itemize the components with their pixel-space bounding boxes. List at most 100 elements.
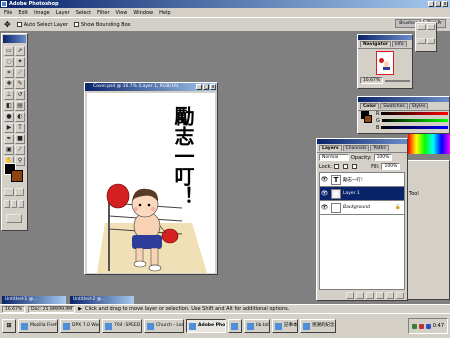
trash-icon[interactable] (396, 292, 404, 299)
task-libtxt[interactable]: lib.txt (244, 319, 270, 333)
crop-tool-icon[interactable]: ⌗ (4, 68, 14, 78)
menu-window[interactable]: Window (133, 10, 153, 16)
gradient-tool-icon[interactable]: ▤ (15, 101, 25, 111)
background-color-swatch[interactable] (11, 170, 23, 182)
tray-icon-3[interactable] (425, 323, 431, 329)
show-bbox-option[interactable]: Show Bounding Box (73, 21, 131, 28)
eyedropper-icon[interactable]: ⁄ (15, 145, 25, 155)
menu-layer[interactable]: Layer (56, 10, 70, 16)
maximize-button[interactable]: □ (435, 1, 441, 7)
new-layer-icon[interactable] (386, 292, 394, 299)
mini-tool-2-icon[interactable] (426, 24, 435, 30)
menu-file[interactable]: File (4, 10, 12, 16)
eraser-tool-icon[interactable]: ◧ (4, 101, 14, 111)
lock-transparency-checkbox[interactable] (334, 164, 340, 169)
lock-position-checkbox[interactable] (352, 164, 358, 169)
dodge-tool-icon[interactable]: ◐ (15, 112, 25, 122)
layer-row-layer1[interactable]: 👁 ◉ Layer 1 (320, 187, 404, 201)
red-slider[interactable] (381, 112, 448, 115)
opacity-field[interactable]: 100% (373, 154, 393, 161)
blue-slider[interactable] (381, 126, 448, 129)
doc-close-button[interactable]: x (210, 84, 216, 90)
blend-mode-select[interactable]: Normal (319, 154, 349, 161)
new-set-icon[interactable] (366, 292, 374, 299)
mini-tool-4-icon[interactable] (426, 37, 435, 44)
tab-info[interactable]: Info (392, 41, 407, 47)
layer-row-text[interactable]: 👁 T 勵志一叮! (320, 173, 404, 187)
auto-select-option[interactable]: Auto Select Layer (16, 21, 68, 28)
close-button[interactable]: x (442, 1, 448, 7)
menu-edit[interactable]: Edit (18, 10, 28, 16)
notes-tool-icon[interactable]: ▣ (4, 145, 14, 155)
start-button[interactable]: ⊞ (2, 319, 16, 333)
task-firefox[interactable]: Mozilla Firefox (18, 319, 58, 333)
path-select-icon[interactable]: ▶ (4, 123, 14, 133)
tab-styles[interactable]: Styles (408, 103, 429, 109)
minimize-button[interactable]: _ (428, 1, 434, 7)
task-notepad[interactable]: 記事本 (272, 319, 298, 333)
menu-view[interactable]: View (116, 10, 128, 16)
fill-field[interactable]: 100% (381, 163, 401, 170)
status-zoom[interactable]: 16.67% (2, 305, 26, 313)
lock-image-checkbox[interactable] (343, 164, 349, 169)
task-speed[interactable]: 704 :SPEED -... (102, 319, 142, 333)
screen-mode-3-icon[interactable] (18, 200, 24, 208)
eye-icon[interactable]: 👁 (320, 176, 329, 183)
tab-swatches[interactable]: Swatches (380, 103, 408, 109)
adjustment-layer-icon[interactable] (376, 292, 384, 299)
info-arrow-icon[interactable]: ▶ (78, 306, 82, 312)
pen-tool-icon[interactable]: ✒ (4, 134, 14, 144)
screen-mode-2-icon[interactable] (11, 200, 17, 208)
screen-mode-1-icon[interactable] (4, 200, 10, 208)
doc-minimize-button[interactable]: _ (196, 84, 202, 90)
eye-icon[interactable]: 👁 (320, 190, 329, 197)
task-window-6[interactable] (228, 319, 242, 333)
move-tool-icon[interactable]: ➚ (15, 46, 25, 56)
tab-navigator[interactable]: Navigator (360, 41, 391, 47)
tray-icon-2[interactable] (418, 323, 424, 329)
clone-stamp-icon[interactable]: ⊥ (4, 90, 14, 100)
navigator-zoom[interactable]: 16.67% (360, 77, 384, 84)
menu-help[interactable]: Help (159, 10, 170, 16)
task-dpx[interactable]: DPX 7.0 Work... (60, 319, 100, 333)
minimized-doc-2[interactable]: Untitled-2 @... (70, 296, 134, 304)
doc-maximize-button[interactable]: □ (203, 84, 209, 90)
minimized-doc-1[interactable]: Untitled-1 @... (2, 296, 66, 304)
status-doc-size[interactable]: Doc: 25.8M/99.9M (28, 305, 76, 313)
shape-tool-icon[interactable]: ■ (15, 134, 25, 144)
task-church[interactable]: Church - LeaDet (144, 319, 184, 333)
color-ramp[interactable] (408, 134, 450, 154)
auto-select-checkbox[interactable] (16, 21, 22, 27)
marquee-tool-icon[interactable]: ▭ (4, 46, 14, 56)
lasso-tool-icon[interactable]: ◌ (4, 57, 14, 67)
imageready-jump-icon[interactable] (6, 214, 22, 223)
tab-color[interactable]: Color (360, 103, 380, 109)
slice-tool-icon[interactable]: ⟋ (15, 68, 25, 78)
layer-row-background[interactable]: 👁 Background 🔒 (320, 201, 404, 215)
zoom-tool-icon[interactable]: ⚲ (15, 156, 25, 166)
type-tool-icon[interactable]: T (15, 123, 25, 133)
tray-icon-1[interactable] (411, 323, 417, 329)
show-bbox-checkbox[interactable] (73, 21, 79, 27)
menu-select[interactable]: Select (76, 10, 91, 16)
brush-tool-icon[interactable]: ✎ (15, 79, 25, 89)
mini-tool-1-icon[interactable] (417, 24, 426, 30)
tab-paths[interactable]: Paths (370, 145, 389, 151)
task-memorial[interactable]: 感謝的紀念 4... (300, 319, 336, 333)
task-photoshop[interactable]: Adobe Phot... (186, 319, 226, 333)
navigator-zoom-slider[interactable] (385, 79, 410, 82)
green-slider[interactable] (381, 119, 448, 122)
history-brush-icon[interactable]: ↺ (15, 90, 25, 100)
navigator-thumbnail[interactable] (376, 51, 394, 75)
layer-mask-icon[interactable] (356, 292, 364, 299)
document-title-bar[interactable]: Cover.psd @ 16.7% (Layer 1, RGB/16) _ □ … (85, 83, 217, 91)
menu-image[interactable]: Image (34, 10, 50, 16)
document-canvas[interactable]: 勵志一叮！ (87, 93, 215, 273)
tab-layers[interactable]: Layers (319, 145, 342, 151)
menu-filter[interactable]: Filter (97, 10, 109, 16)
quickmask-mode-icon[interactable] (14, 188, 24, 196)
eye-icon[interactable]: 👁 (320, 204, 329, 211)
magic-wand-icon[interactable]: ✦ (15, 57, 25, 67)
tab-channels[interactable]: Channels (342, 145, 370, 151)
standard-mode-icon[interactable] (4, 188, 14, 196)
